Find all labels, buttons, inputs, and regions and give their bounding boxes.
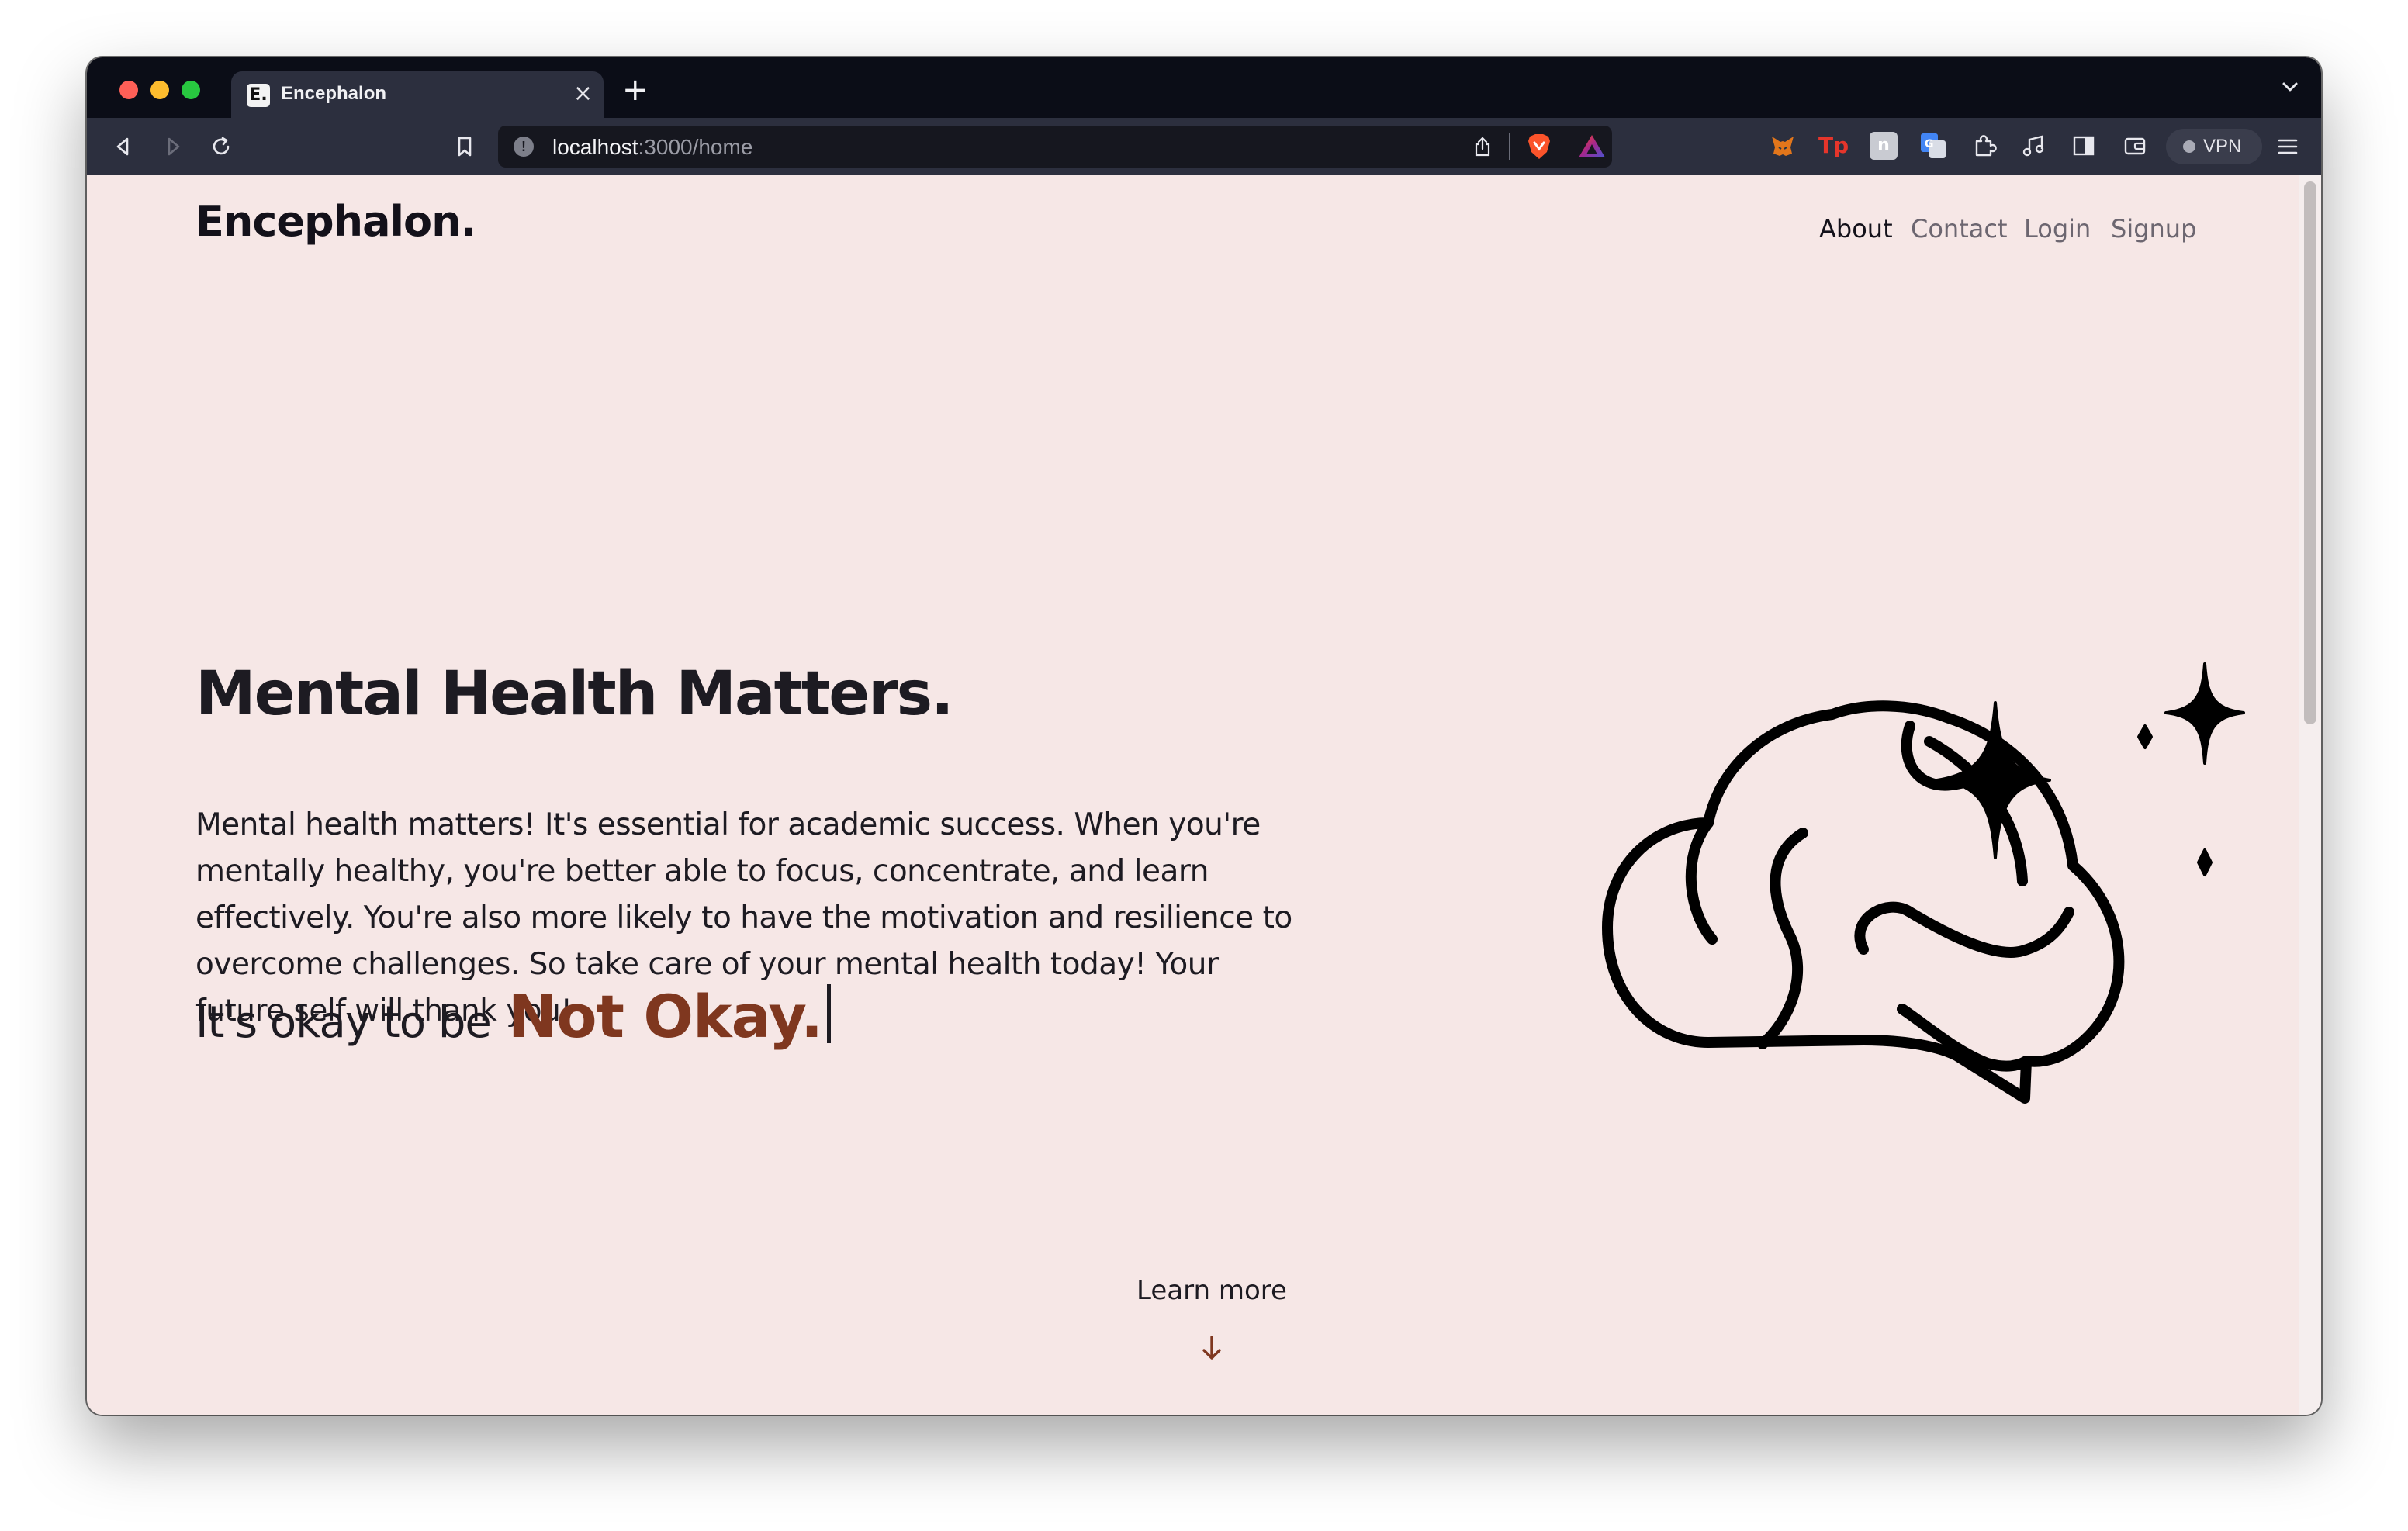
svg-text:G: G — [1925, 138, 1934, 150]
bookmark-icon[interactable] — [450, 132, 479, 161]
brain-with-sparkles-icon — [1602, 662, 2245, 1104]
letter-extension-icon[interactable]: n — [1870, 132, 1898, 160]
typing-caret — [826, 984, 831, 1043]
address-bar-divider — [1509, 133, 1510, 160]
new-tab-button[interactable]: + — [622, 71, 649, 109]
page-scrollbar[interactable] — [2299, 175, 2321, 1415]
brave-rewards-icon[interactable] — [1576, 132, 1607, 161]
share-icon[interactable] — [1471, 135, 1494, 158]
tab-favicon-icon: E. — [247, 84, 270, 107]
site-info-icon[interactable]: ! — [514, 137, 534, 157]
media-music-icon[interactable] — [2020, 132, 2048, 160]
reload-icon[interactable] — [206, 132, 236, 161]
sidebar-toggle-icon[interactable] — [2070, 132, 2098, 160]
nav-login[interactable]: Login — [2024, 214, 2091, 244]
forward-icon[interactable] — [158, 132, 188, 161]
nav-contact[interactable]: Contact — [1911, 214, 2008, 244]
site-logo[interactable]: Encephalon. — [195, 197, 476, 246]
url-text[interactable]: localhost:3000/home — [552, 135, 752, 160]
browser-toolbar: ! localhost:3000/home Tp n G VPN — [87, 118, 2321, 175]
url-host: localhost — [552, 135, 638, 159]
hero-title: Mental Health Matters. — [195, 659, 954, 729]
page-content: Encephalon. About Contact Login Signup M… — [87, 175, 2321, 1415]
tab-encephalon[interactable]: E. Encephalon × — [231, 71, 604, 118]
extensions-puzzle-icon[interactable] — [1970, 132, 1998, 160]
nav-signup[interactable]: Signup — [2111, 214, 2196, 244]
chevron-down-icon[interactable] — [2279, 76, 2301, 98]
scrollbar-thumb[interactable] — [2304, 181, 2316, 724]
vpn-button[interactable]: VPN — [2166, 129, 2262, 164]
tp-extension-icon[interactable]: Tp — [1818, 132, 1849, 160]
tab-title: Encephalon — [281, 83, 387, 104]
nav-about[interactable]: About — [1819, 214, 1893, 244]
tagline: It's okay to be Not Okay. — [195, 982, 831, 1051]
metamask-extension-icon[interactable] — [1769, 132, 1797, 160]
menu-hamburger-icon[interactable] — [2273, 132, 2302, 161]
vpn-status-icon — [2183, 140, 2195, 153]
brave-shields-icon[interactable] — [1525, 132, 1553, 161]
tagline-prefix: It's okay to be — [195, 997, 492, 1048]
back-icon[interactable] — [109, 132, 138, 161]
tagline-accent: Not Okay. — [507, 982, 823, 1051]
tab-close-icon[interactable]: × — [573, 81, 593, 107]
close-window-button[interactable] — [119, 81, 138, 99]
address-bar[interactable]: ! localhost:3000/home — [498, 126, 1612, 168]
arrow-down-icon[interactable] — [1193, 1329, 1230, 1367]
browser-window: E. Encephalon × + ! localhost:3000/home — [87, 57, 2321, 1415]
learn-more-link[interactable]: Learn more — [1119, 1275, 1305, 1306]
google-translate-extension-icon[interactable]: G — [1919, 132, 1947, 160]
tab-strip: E. Encephalon × + — [87, 57, 2321, 118]
maximize-window-button[interactable] — [182, 81, 200, 99]
minimize-window-button[interactable] — [150, 81, 169, 99]
vpn-label: VPN — [2203, 136, 2242, 157]
wallet-icon[interactable] — [2121, 132, 2149, 160]
url-path: :3000/home — [638, 135, 753, 159]
